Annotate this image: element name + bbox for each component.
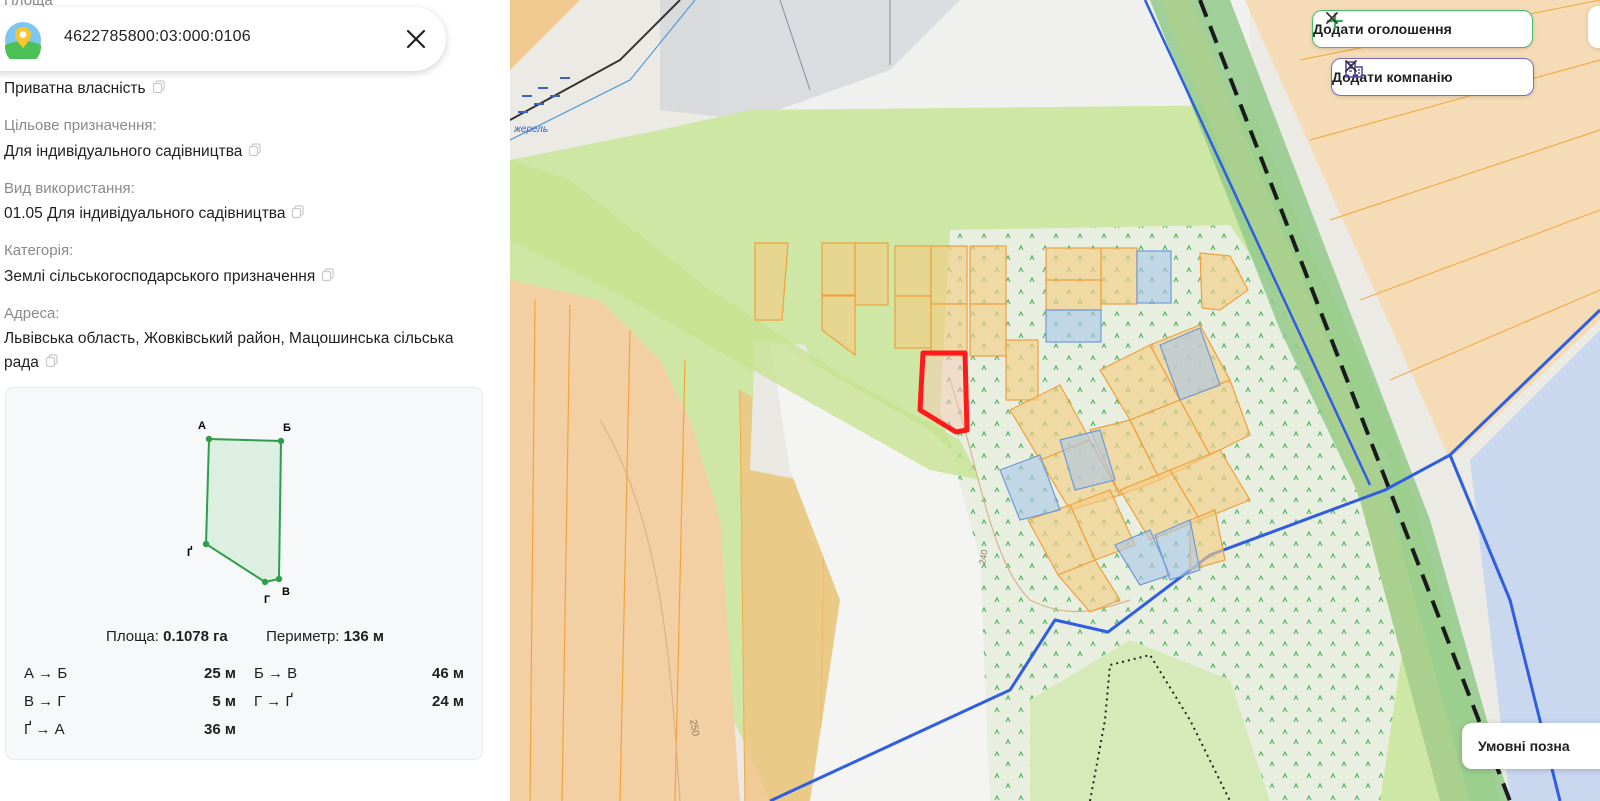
parcel-geometry-card: А Б В Г Ґ Площа: 0.1078 га Периметр: 136…: [5, 387, 483, 760]
close-icon[interactable]: [1325, 11, 1339, 25]
copy-icon[interactable]: [45, 354, 59, 368]
usage-text: 01.05 Для індивідуального садівництва: [4, 205, 286, 222]
edge-length: 25 м: [204, 665, 236, 682]
area-label: Площа:: [106, 628, 159, 645]
perimeter-label: Периметр:: [266, 628, 340, 645]
address-value: Львівська область, Жовківський район, Ма…: [4, 327, 482, 375]
perimeter-value: 136 м: [343, 628, 384, 645]
edge-length: 24 м: [432, 693, 464, 710]
search-logo-icon: [5, 22, 41, 59]
map-canvas[interactable]: жерель 240 250: [510, 0, 1600, 801]
legend-button[interactable]: Умовні позна: [1462, 723, 1600, 769]
ownership-value: Приватна власність: [4, 77, 484, 101]
map-control-button[interactable]: [1588, 6, 1600, 48]
edge-length: 5 м: [212, 693, 236, 710]
category-value: Землі сільськогосподарського призначення: [4, 265, 484, 289]
edge-label: Ґ → А: [24, 721, 65, 738]
cadastral-map[interactable]: жерель 240 250 Додати оголошення Додати …: [510, 0, 1600, 801]
edge-label: В → Г: [24, 693, 66, 710]
river-label: жерель: [513, 124, 548, 135]
parcel-shape-diagram: А Б В Г Ґ: [187, 420, 291, 606]
usage-value: 01.05 Для індивідуального садівництва: [4, 202, 484, 226]
vertex-label-v: В: [282, 586, 290, 598]
add-listing-button[interactable]: Додати оголошення: [1312, 10, 1533, 48]
parcel-info-panel: Площа 4622785800:03:000:0106 Приватна вл…: [0, 0, 512, 801]
usage-label: Вид використання:: [4, 180, 135, 197]
copy-icon[interactable]: [291, 205, 305, 219]
purpose-value: Для індивідуального садівництва: [4, 140, 484, 164]
add-company-button[interactable]: Додати компанію: [1331, 58, 1534, 96]
vertex-label-h: Г: [264, 594, 271, 606]
copy-icon[interactable]: [321, 268, 335, 282]
cadastral-number: 4622785800:03:000:0106: [64, 28, 251, 45]
purpose-text: Для індивідуального садівництва: [4, 143, 243, 160]
edge-length: 46 м: [432, 665, 464, 682]
vertex-label-g: Ґ: [187, 546, 193, 559]
close-icon[interactable]: [1344, 59, 1358, 73]
area-value: 0.1078 га: [163, 628, 228, 645]
search-card[interactable]: 4622785800:03:000:0106: [0, 7, 446, 71]
edge-label: А → Б: [24, 665, 68, 682]
address-text: Львівська область, Жовківський район, Ма…: [4, 330, 454, 371]
vertex-label-b: Б: [283, 422, 291, 434]
purpose-label: Цільове призначення:: [4, 117, 157, 134]
address-label: Адреса:: [4, 305, 60, 322]
ownership-text: Приватна власність: [4, 80, 146, 97]
category-text: Землі сільськогосподарського призначення: [4, 268, 316, 285]
edge-length: 36 м: [204, 721, 236, 738]
vertex-dot: [275, 575, 283, 583]
vertex-dot: [261, 578, 269, 586]
vertex-dot: [205, 435, 213, 443]
vertex-label-a: А: [198, 420, 206, 432]
close-icon[interactable]: [404, 27, 428, 51]
edge-label: Г → Ґ: [254, 693, 293, 710]
area-perimeter-summary: Площа: 0.1078 га Периметр: 136 м: [6, 628, 484, 645]
copy-icon[interactable]: [152, 80, 166, 94]
copy-icon[interactable]: [248, 143, 262, 157]
vertex-dot: [202, 540, 210, 548]
vertex-dot: [277, 437, 285, 445]
category-label: Категорія:: [4, 242, 74, 259]
edge-label: Б → В: [254, 665, 298, 682]
